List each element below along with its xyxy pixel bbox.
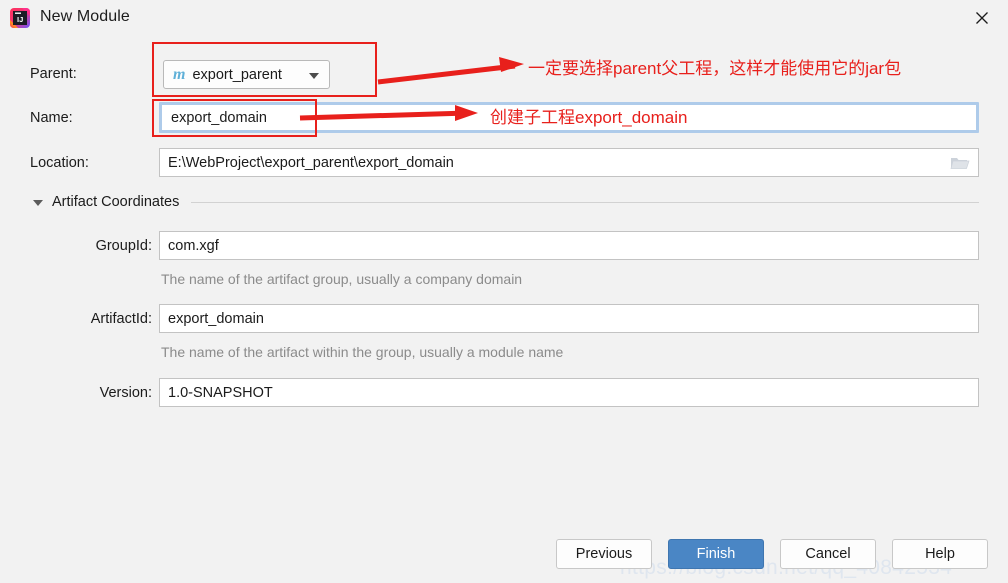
window-title: New Module	[40, 8, 130, 25]
annotation-text-name: 创建子工程export_domain	[490, 108, 688, 127]
version-input-value: 1.0-SNAPSHOT	[168, 384, 273, 401]
svg-text:IJ: IJ	[17, 15, 23, 24]
previous-button[interactable]: Previous	[556, 539, 652, 569]
folder-icon[interactable]	[950, 155, 970, 171]
location-input[interactable]: E:\WebProject\export_parent\export_domai…	[159, 148, 979, 177]
artifactid-input-value: export_domain	[168, 310, 264, 327]
artifactid-input[interactable]: export_domain	[159, 304, 979, 333]
maven-module-icon: m	[173, 65, 186, 83]
section-divider	[191, 201, 979, 203]
parent-dropdown-value: export_parent	[192, 66, 282, 83]
parent-dropdown[interactable]: m export_parent	[163, 60, 330, 89]
artifactid-label: ArtifactId:	[90, 311, 152, 327]
groupid-hint: The name of the artifact group, usually …	[161, 271, 523, 287]
artifactid-hint: The name of the artifact within the grou…	[161, 344, 564, 360]
groupid-input-value: com.xgf	[168, 237, 219, 254]
artifact-coordinates-section-header[interactable]: Artifact Coordinates	[33, 194, 979, 210]
parent-label: Parent:	[30, 66, 77, 82]
version-label: Version:	[99, 385, 152, 401]
new-module-dialog: IJ New Module Parent: m export_parent Na…	[0, 0, 1008, 583]
name-label: Name:	[30, 110, 73, 126]
version-input[interactable]: 1.0-SNAPSHOT	[159, 378, 979, 407]
annotation-text-parent: 一定要选择parent父工程，这样才能使用它的jar包	[528, 59, 902, 78]
chevron-down-icon	[309, 73, 319, 79]
annotation-arrows	[299, 57, 524, 121]
close-icon[interactable]	[956, 0, 1008, 36]
artifact-coordinates-title: Artifact Coordinates	[52, 194, 180, 210]
groupid-input[interactable]: com.xgf	[159, 231, 979, 260]
name-input-value: export_domain	[171, 109, 267, 126]
help-button[interactable]: Help	[892, 539, 988, 569]
chevron-down-icon	[33, 199, 43, 206]
location-input-value: E:\WebProject\export_parent\export_domai…	[168, 154, 454, 171]
location-label: Location:	[30, 155, 89, 171]
title-bar: IJ New Module	[0, 0, 1008, 37]
groupid-label: GroupId:	[95, 238, 152, 254]
finish-button[interactable]: Finish	[668, 539, 764, 569]
cancel-button[interactable]: Cancel	[780, 539, 876, 569]
intellij-idea-icon: IJ	[9, 7, 31, 29]
